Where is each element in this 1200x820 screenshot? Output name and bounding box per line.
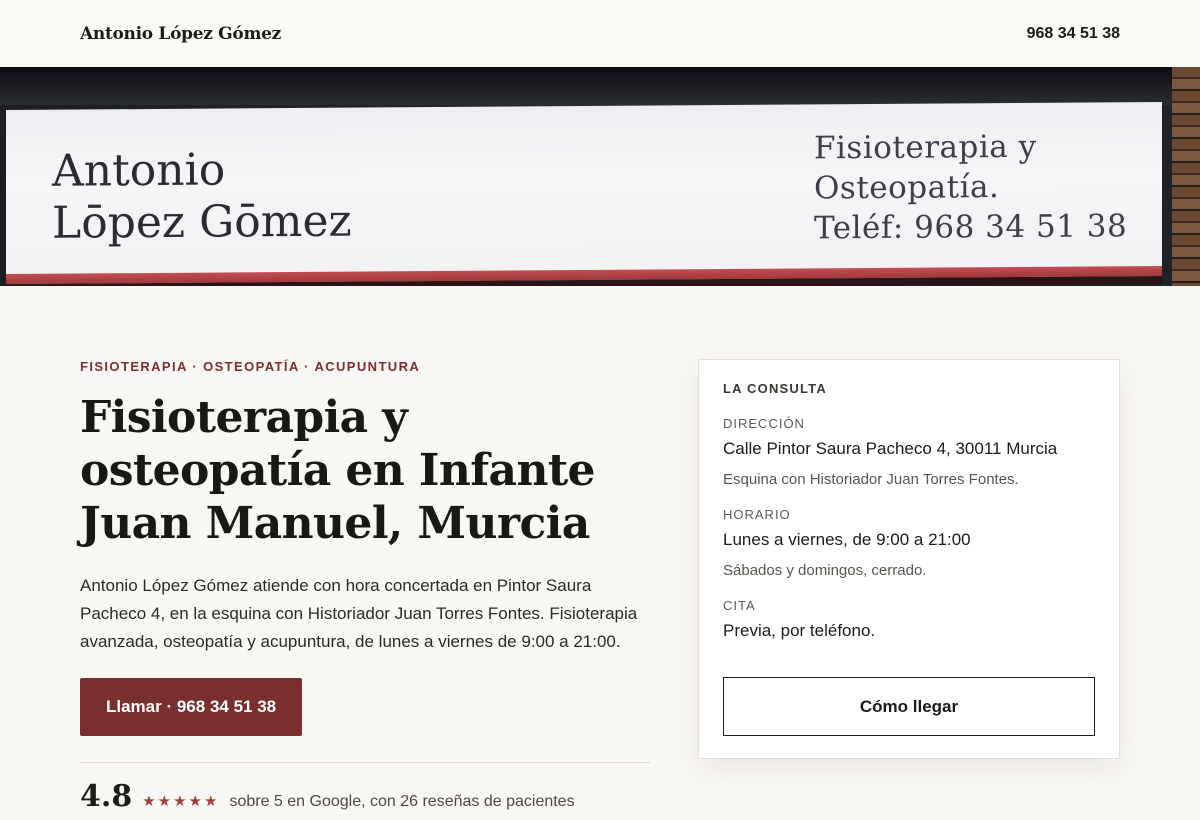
intro-section: FISIOTERAPIA · OSTEOPATÍA · ACUPUNTURA F… [80, 359, 652, 814]
services-eyebrow: FISIOTERAPIA · OSTEOPATÍA · ACUPUNTURA [80, 359, 421, 374]
directions-button[interactable]: Cómo llegar [723, 677, 1095, 736]
appointment-label: CITA [723, 598, 756, 613]
rating-row: 4.8 ★★★★★ sobre 5 en Google, con 26 rese… [80, 779, 652, 814]
rating-stars-icon: ★★★★★ [142, 793, 220, 810]
sign-name: Antonio Lōpez Gōmez [52, 144, 352, 249]
rating-text: sobre 5 en Google, con 26 reseñas de pac… [229, 793, 575, 810]
address-label: DIRECCIÓN [723, 416, 805, 431]
brick-wall [1172, 67, 1200, 286]
appointment-value: Previa, por teléfono. [723, 621, 876, 640]
hours-note: Sábados y domingos, cerrado. [723, 562, 927, 579]
site-brand[interactable]: Antonio López Gómez [80, 24, 281, 44]
sign-frame [0, 67, 1200, 105]
hours-value: Lunes a viernes, de 9:00 a 21:00 [723, 530, 971, 549]
sign-description: Fisioterapia y Osteopatía. Teléf: 968 34… [814, 128, 1128, 247]
hours-label: HORARIO [723, 507, 791, 522]
divider [80, 762, 650, 763]
rating-value: 4.8 [80, 779, 133, 814]
address-note: Esquina con Historiador Juan Torres Font… [723, 471, 1019, 488]
address-value: Calle Pintor Saura Pacheco 4, 30011 Murc… [723, 439, 1058, 458]
intro-paragraph: Antonio López Gómez atiende con hora con… [80, 576, 638, 651]
header-phone-link[interactable]: 968 34 51 38 [1027, 25, 1120, 43]
hero-image: Antonio Lōpez Gōmez Fisioterapia y Osteo… [0, 67, 1200, 286]
page-title: Fisioterapia y osteopatía en Infante Jua… [80, 392, 596, 549]
card-title: LA CONSULTA [723, 381, 827, 396]
top-bar: Antonio López Gómez 968 34 51 38 [0, 0, 1200, 67]
clinic-sign: Antonio Lōpez Gōmez Fisioterapia y Osteo… [6, 101, 1162, 286]
call-button[interactable]: Llamar · 968 34 51 38 [80, 678, 303, 736]
clinic-info-card: LA CONSULTA DIRECCIÓN Calle Pintor Saura… [698, 359, 1120, 759]
